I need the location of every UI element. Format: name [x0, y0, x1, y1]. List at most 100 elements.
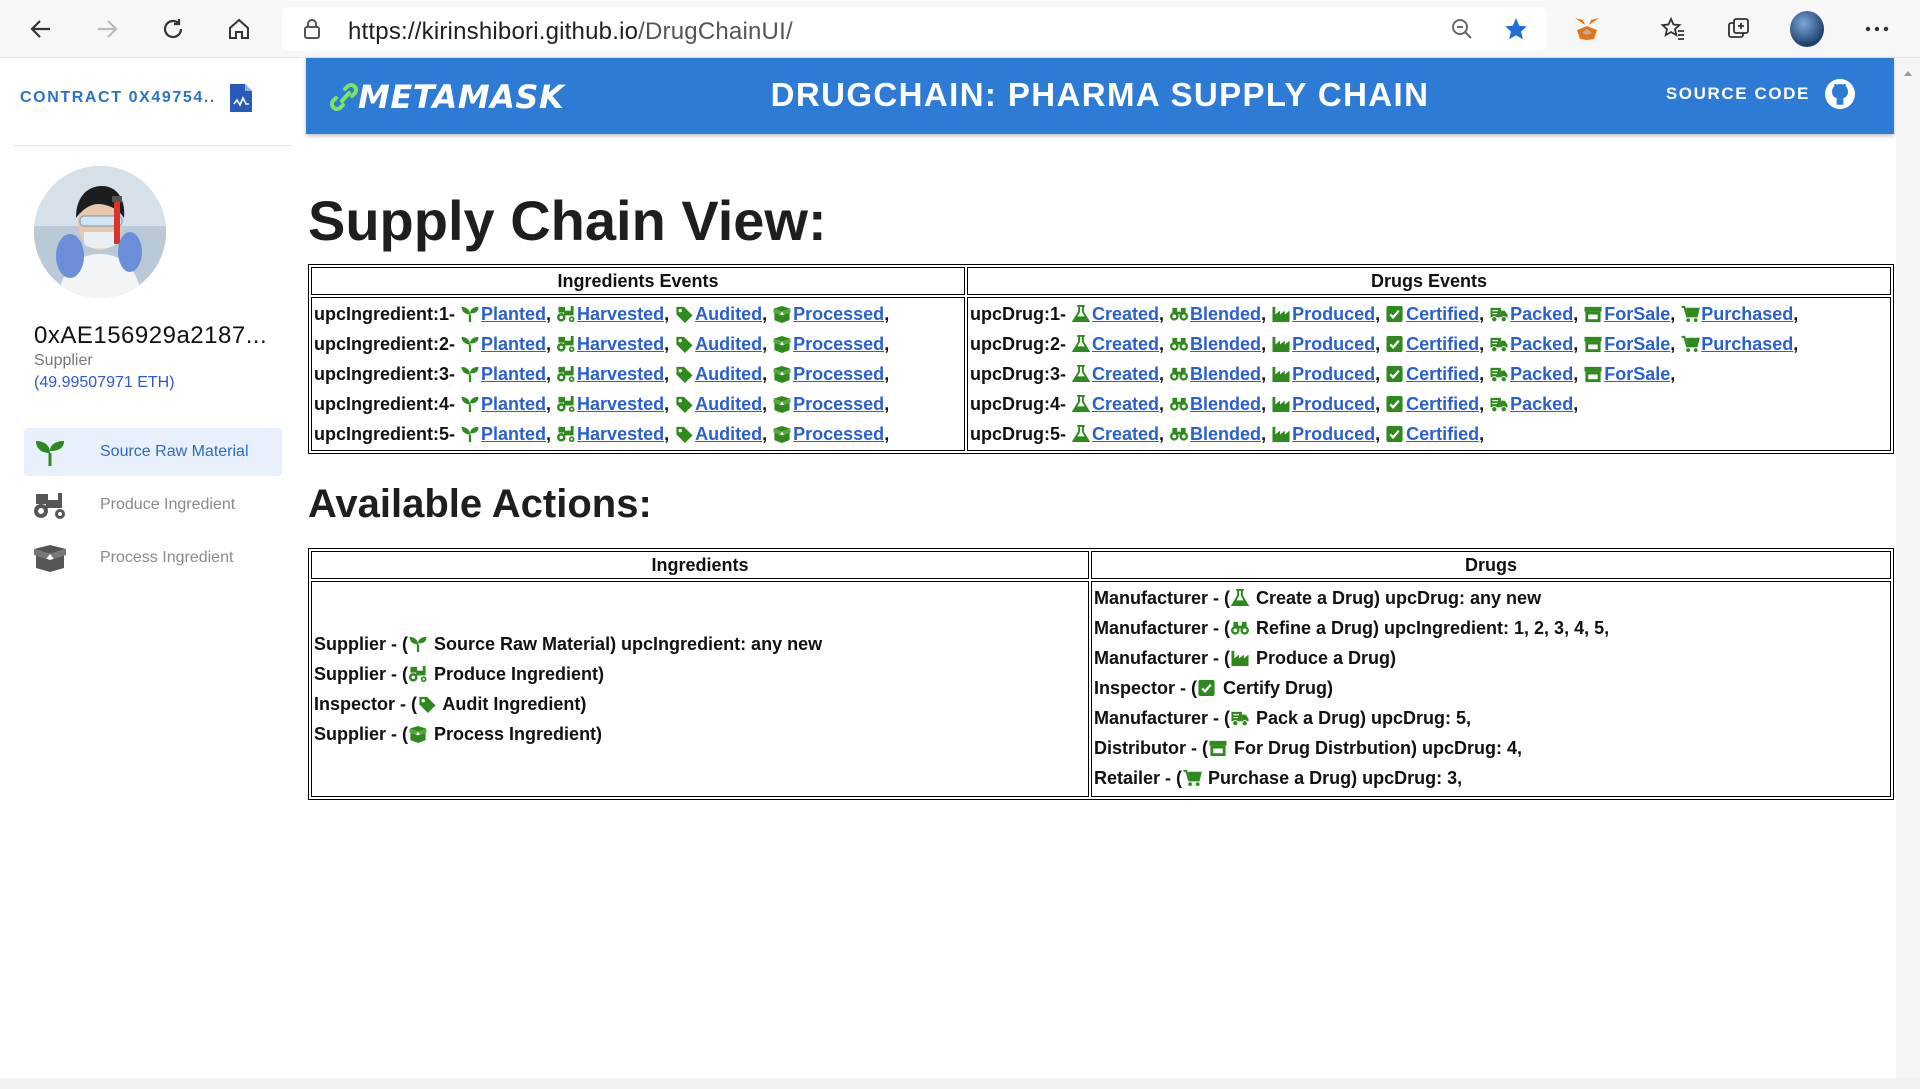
event-link-certified[interactable]: Certified	[1406, 364, 1479, 384]
event-link-processed[interactable]: Processed	[793, 424, 884, 444]
event-link-forsale[interactable]: ForSale	[1604, 304, 1670, 324]
event-link-certified[interactable]: Certified	[1406, 304, 1479, 324]
certified-icon	[1385, 425, 1404, 443]
action-row[interactable]: Manufacturer - ( Create a Drug) upcDrug:…	[1092, 583, 1890, 613]
menu-item-source-raw-material[interactable]: Source Raw Material	[24, 428, 282, 476]
action-row[interactable]: Inspector - ( Certify Drug)	[1092, 673, 1890, 703]
event-link-harvested[interactable]: Harvested	[577, 394, 664, 414]
event-link-purchased[interactable]: Purchased	[1701, 304, 1793, 324]
action-row[interactable]: Manufacturer - ( Produce a Drug)	[1092, 643, 1890, 673]
metamask-fox-icon[interactable]	[1570, 12, 1604, 46]
event-link-produced[interactable]: Produced	[1292, 424, 1375, 444]
contract-label[interactable]: CONTRACT 0X49754..	[20, 89, 216, 107]
ingredient-event-row: upcIngredient:2- Planted, Harvested, Aud…	[314, 334, 890, 354]
action-row[interactable]: Supplier - ( Source Raw Material) upcIng…	[312, 629, 1088, 659]
event-link-produced[interactable]: Produced	[1292, 304, 1375, 324]
event-link-audited[interactable]: Audited	[695, 394, 762, 414]
action-row[interactable]: Distributor - ( For Drug Distrbution) up…	[1092, 733, 1890, 763]
event-link-harvested[interactable]: Harvested	[577, 364, 664, 384]
action-row[interactable]: Supplier - ( Produce Ingredient)	[312, 659, 1088, 689]
address-bar[interactable]: https://kirinshibori.github.io/DrugChain…	[282, 7, 1546, 51]
contract-link[interactable]: CONTRACT 0X49754..	[20, 78, 254, 118]
horizontal-scrollbar[interactable]	[0, 1078, 1920, 1089]
lock-icon[interactable]	[298, 15, 326, 43]
event-link-packed[interactable]: Packed	[1510, 364, 1573, 384]
event-link-created[interactable]: Created	[1092, 304, 1159, 324]
action-row[interactable]: Manufacturer - ( Pack a Drug) upcDrug: 5…	[1092, 703, 1890, 733]
event-link-processed[interactable]: Processed	[793, 334, 884, 354]
event-link-audited[interactable]: Audited	[695, 364, 762, 384]
action-row[interactable]: Supplier - ( Process Ingredient)	[312, 719, 1088, 749]
menu-item-process-ingredient[interactable]: Process Ingredient	[24, 534, 282, 582]
event-link-blended[interactable]: Blended	[1190, 364, 1261, 384]
planted-icon	[460, 425, 480, 443]
event-link-processed[interactable]: Processed	[793, 394, 884, 414]
event-link-created[interactable]: Created	[1092, 364, 1159, 384]
drug-upc-label: upcDrug:1-	[970, 304, 1071, 324]
event-link-planted[interactable]: Planted	[481, 334, 546, 354]
event-link-processed[interactable]: Processed	[793, 364, 884, 384]
event-link-audited[interactable]: Audited	[695, 304, 762, 324]
event-link-created[interactable]: Created	[1092, 394, 1159, 414]
action-row[interactable]: Manufacturer - ( Refine a Drug) upcIngre…	[1092, 613, 1890, 643]
profile-avatar[interactable]	[1790, 11, 1824, 47]
app-header: METAMASK DRUGCHAIN: PHARMA SUPPLY CHAIN …	[306, 58, 1894, 134]
source-code-link[interactable]: SOURCE CODE	[1666, 78, 1856, 110]
event-link-produced[interactable]: Produced	[1292, 364, 1375, 384]
event-link-planted[interactable]: Planted	[481, 424, 546, 444]
source-code-label[interactable]: SOURCE CODE	[1666, 84, 1810, 104]
url-host: https://kirinshibori.github.io	[348, 18, 639, 45]
event-link-audited[interactable]: Audited	[695, 424, 762, 444]
event-link-created[interactable]: Created	[1092, 334, 1159, 354]
forward-icon[interactable]	[88, 10, 126, 48]
processed-icon	[773, 365, 791, 383]
event-link-forsale[interactable]: ForSale	[1604, 334, 1670, 354]
event-link-produced[interactable]: Produced	[1292, 394, 1375, 414]
action-description: Produce a Drug)	[1251, 648, 1397, 668]
event-link-forsale[interactable]: ForSale	[1604, 364, 1670, 384]
event-link-planted[interactable]: Planted	[481, 304, 546, 324]
menu-item-produce-ingredient[interactable]: Produce Ingredient	[24, 481, 282, 529]
action-row[interactable]: Retailer - ( Purchase a Drug) upcDrug: 3…	[1092, 763, 1890, 793]
event-link-audited[interactable]: Audited	[695, 334, 762, 354]
github-icon[interactable]	[1824, 78, 1856, 110]
event-link-blended[interactable]: Blended	[1190, 394, 1261, 414]
event-link-packed[interactable]: Packed	[1510, 394, 1573, 414]
more-menu-icon[interactable]	[1860, 12, 1894, 46]
event-link-certified[interactable]: Certified	[1406, 424, 1479, 444]
certified-icon	[1385, 305, 1404, 323]
event-link-certified[interactable]: Certified	[1406, 334, 1479, 354]
favorites-icon[interactable]	[1656, 12, 1690, 46]
collections-icon[interactable]	[1722, 12, 1756, 46]
event-link-planted[interactable]: Planted	[481, 364, 546, 384]
event-link-purchased[interactable]: Purchased	[1701, 334, 1793, 354]
action-row[interactable]: Inspector - ( Audit Ingredient)	[312, 689, 1088, 719]
produced-icon	[1272, 336, 1290, 353]
event-link-packed[interactable]: Packed	[1510, 304, 1573, 324]
event-link-blended[interactable]: Blended	[1190, 304, 1261, 324]
forsale-icon	[1584, 366, 1602, 383]
home-icon[interactable]	[220, 10, 258, 48]
planted-icon	[408, 635, 428, 653]
event-link-packed[interactable]: Packed	[1510, 334, 1573, 354]
event-link-blended[interactable]: Blended	[1190, 334, 1261, 354]
event-link-produced[interactable]: Produced	[1292, 334, 1375, 354]
reload-icon[interactable]	[154, 10, 192, 48]
event-link-harvested[interactable]: Harvested	[577, 304, 664, 324]
planted-icon	[460, 305, 480, 323]
event-link-harvested[interactable]: Harvested	[577, 334, 664, 354]
back-icon[interactable]	[22, 10, 60, 48]
contract-document-icon[interactable]	[228, 82, 254, 114]
event-link-planted[interactable]: Planted	[481, 394, 546, 414]
event-link-harvested[interactable]: Harvested	[577, 424, 664, 444]
favorite-star-icon[interactable]	[1502, 15, 1530, 43]
event-link-certified[interactable]: Certified	[1406, 394, 1479, 414]
processed-icon	[773, 335, 791, 353]
event-link-created[interactable]: Created	[1092, 424, 1159, 444]
drug-event-row: upcDrug:3- Created, Blended, Produced, C…	[970, 364, 1676, 384]
event-link-blended[interactable]: Blended	[1190, 424, 1261, 444]
vertical-scrollbar[interactable]	[1896, 58, 1920, 1080]
zoom-icon[interactable]	[1448, 15, 1476, 43]
harvested-icon	[557, 425, 575, 443]
event-link-processed[interactable]: Processed	[793, 304, 884, 324]
